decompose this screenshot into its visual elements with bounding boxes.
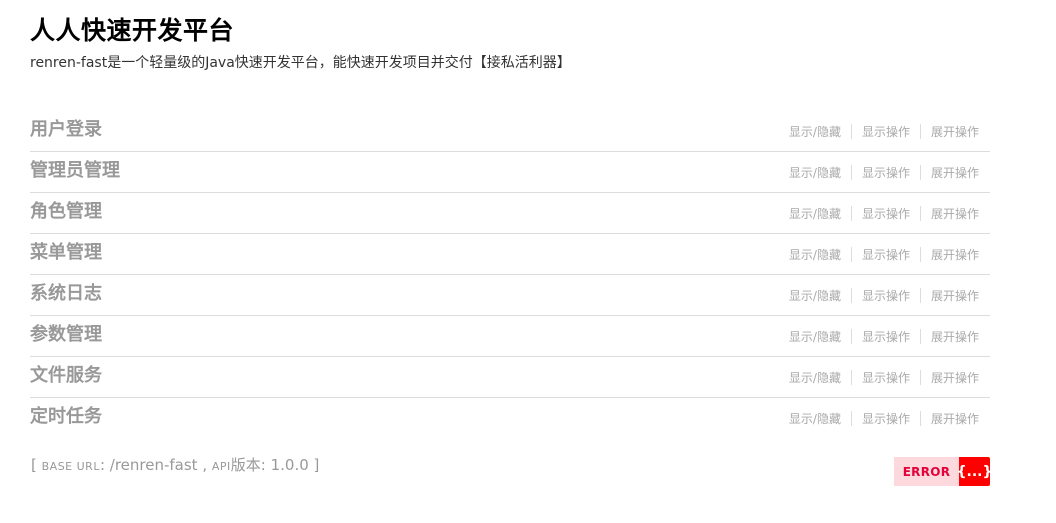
toggle-visibility-link[interactable]: 显示/隐藏 xyxy=(789,289,841,303)
expand-operations-link[interactable]: 展开操作 xyxy=(931,371,979,385)
operation-separator xyxy=(850,206,852,221)
list-operations-link[interactable]: 显示操作 xyxy=(862,125,910,139)
toggle-visibility-link[interactable]: 显示/隐藏 xyxy=(789,248,841,262)
resource-name-link[interactable]: 菜单管理 xyxy=(30,242,102,264)
base-url-value: : /renren-fast , xyxy=(99,456,212,474)
operation-separator xyxy=(850,288,852,303)
resource-operations: 显示/隐藏 显示操作 展开操作 xyxy=(789,124,979,139)
resource-row: 定时任务 显示/隐藏 显示操作 展开操作 xyxy=(30,398,990,438)
resource-name-link[interactable]: 文件服务 xyxy=(30,365,102,387)
resource-operations: 显示/隐藏 显示操作 展开操作 xyxy=(789,370,979,385)
operation-separator xyxy=(919,247,921,262)
resource-name-link[interactable]: 用户登录 xyxy=(30,119,102,141)
operation-separator xyxy=(850,165,852,180)
operation-separator xyxy=(919,288,921,303)
resource-name-link[interactable]: 定时任务 xyxy=(30,406,102,428)
operation-separator xyxy=(919,329,921,344)
operation-separator xyxy=(919,124,921,139)
resource-row: 文件服务 显示/隐藏 显示操作 展开操作 xyxy=(30,357,990,398)
operation-separator xyxy=(919,370,921,385)
resource-row: 用户登录 显示/隐藏 显示操作 展开操作 xyxy=(30,111,990,152)
expand-operations-link[interactable]: 展开操作 xyxy=(931,166,979,180)
resource-row: 系统日志 显示/隐藏 显示操作 展开操作 xyxy=(30,275,990,316)
operation-separator xyxy=(919,165,921,180)
operation-separator xyxy=(919,411,921,426)
operation-separator xyxy=(850,247,852,262)
api-label: API xyxy=(211,460,231,473)
api-info: [ BASE URL: /renren-fast , API版本: 1.0.0 … xyxy=(31,455,319,477)
list-operations-link[interactable]: 显示操作 xyxy=(862,207,910,221)
expand-operations-link[interactable]: 展开操作 xyxy=(931,412,979,426)
resource-operations: 显示/隐藏 显示操作 展开操作 xyxy=(789,411,979,426)
resource-name-link[interactable]: 管理员管理 xyxy=(30,160,120,182)
toggle-visibility-link[interactable]: 显示/隐藏 xyxy=(789,125,841,139)
toggle-visibility-link[interactable]: 显示/隐藏 xyxy=(789,166,841,180)
toggle-visibility-link[interactable]: 显示/隐藏 xyxy=(789,330,841,344)
list-operations-link[interactable]: 显示操作 xyxy=(862,412,910,426)
resource-list: 用户登录 显示/隐藏 显示操作 展开操作 管理员管理 显示/隐藏 显示操作 展开… xyxy=(30,111,990,438)
list-operations-link[interactable]: 显示操作 xyxy=(862,248,910,262)
resource-name-link[interactable]: 参数管理 xyxy=(30,324,102,346)
api-version: 版本: 1.0.0 ] xyxy=(230,456,320,474)
resource-operations: 显示/隐藏 显示操作 展开操作 xyxy=(789,288,979,303)
resource-name-link[interactable]: 角色管理 xyxy=(30,201,102,223)
resource-operations: 显示/隐藏 显示操作 展开操作 xyxy=(789,247,979,262)
resource-name-link[interactable]: 系统日志 xyxy=(30,283,102,305)
page-header: 人人快速开发平台 renren-fast是一个轻量级的Java快速开发平台，能快… xyxy=(30,14,990,72)
resource-row: 菜单管理 显示/隐藏 显示操作 展开操作 xyxy=(30,234,990,275)
list-operations-link[interactable]: 显示操作 xyxy=(862,166,910,180)
toggle-visibility-link[interactable]: 显示/隐藏 xyxy=(789,207,841,221)
expand-operations-link[interactable]: 展开操作 xyxy=(931,330,979,344)
toggle-visibility-link[interactable]: 显示/隐藏 xyxy=(789,412,841,426)
operation-separator xyxy=(850,329,852,344)
expand-operations-link[interactable]: 展开操作 xyxy=(931,248,979,262)
expand-operations-link[interactable]: 展开操作 xyxy=(931,125,979,139)
page-description: renren-fast是一个轻量级的Java快速开发平台，能快速开发项目并交付【… xyxy=(30,55,571,71)
resource-row: 管理员管理 显示/隐藏 显示操作 展开操作 xyxy=(30,152,990,193)
validator-error-icon: {...} xyxy=(957,457,992,486)
page-title: 人人快速开发平台 xyxy=(30,16,235,45)
validator-badge[interactable]: ERROR {...} xyxy=(894,457,992,486)
resource-row: 参数管理 显示/隐藏 显示操作 展开操作 xyxy=(30,316,990,357)
api-info-open-bracket: [ xyxy=(31,456,42,474)
expand-operations-link[interactable]: 展开操作 xyxy=(931,289,979,303)
list-operations-link[interactable]: 显示操作 xyxy=(862,371,910,385)
toggle-visibility-link[interactable]: 显示/隐藏 xyxy=(789,371,841,385)
operation-separator xyxy=(919,206,921,221)
list-operations-link[interactable]: 显示操作 xyxy=(862,289,910,303)
resource-operations: 显示/隐藏 显示操作 展开操作 xyxy=(789,165,979,180)
list-operations-link[interactable]: 显示操作 xyxy=(862,330,910,344)
resource-operations: 显示/隐藏 显示操作 展开操作 xyxy=(789,329,979,344)
operation-separator xyxy=(850,124,852,139)
operation-separator xyxy=(850,411,852,426)
operation-separator xyxy=(850,370,852,385)
base-url-label: BASE URL xyxy=(41,460,100,473)
resource-row: 角色管理 显示/隐藏 显示操作 展开操作 xyxy=(30,193,990,234)
expand-operations-link[interactable]: 展开操作 xyxy=(931,207,979,221)
resource-operations: 显示/隐藏 显示操作 展开操作 xyxy=(789,206,979,221)
validator-error-label: ERROR xyxy=(894,457,959,486)
